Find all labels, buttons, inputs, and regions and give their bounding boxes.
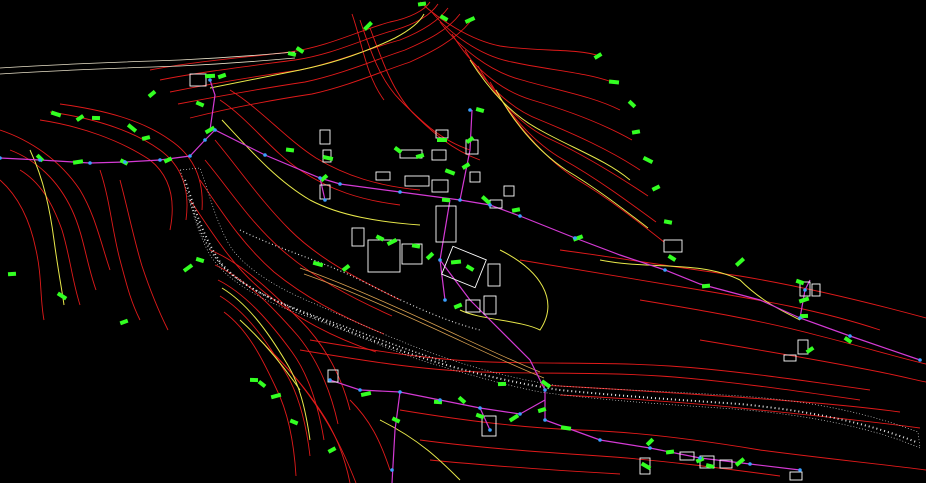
- network-node: [328, 378, 332, 382]
- network-node: [748, 462, 752, 466]
- network-node: [803, 288, 807, 292]
- network-node: [358, 388, 362, 392]
- network-node: [598, 438, 602, 442]
- network-node: [398, 190, 402, 194]
- network-node: [468, 108, 472, 112]
- network-node: [123, 160, 127, 164]
- survey-marker: [7, 271, 17, 277]
- network-node: [458, 198, 462, 202]
- network-node: [398, 390, 402, 394]
- network-node: [338, 182, 342, 186]
- survey-marker: [204, 73, 216, 79]
- network-node: [443, 298, 447, 302]
- network-node: [158, 158, 162, 162]
- network-node: [518, 214, 522, 218]
- network-node: [848, 334, 852, 338]
- network-node: [263, 153, 267, 157]
- network-node: [208, 78, 212, 82]
- network-node: [318, 176, 322, 180]
- network-node: [648, 446, 652, 450]
- survey-marker: [437, 138, 447, 142]
- network-node: [918, 358, 922, 362]
- network-node: [438, 398, 442, 402]
- network-node: [698, 456, 702, 460]
- network-node: [488, 428, 492, 432]
- network-node: [478, 406, 482, 410]
- network-node: [798, 468, 802, 472]
- cad-drawing-viewport[interactable]: [0, 0, 926, 483]
- network-node: [38, 158, 42, 162]
- network-node: [323, 198, 327, 202]
- network-node: [213, 128, 217, 132]
- network-node: [88, 161, 92, 165]
- network-node: [488, 203, 492, 207]
- network-node: [798, 316, 802, 320]
- network-node: [203, 138, 207, 142]
- network-node: [543, 388, 547, 392]
- network-node: [518, 412, 522, 416]
- network-node: [543, 418, 547, 422]
- survey-marker: [441, 197, 451, 203]
- topographic-map[interactable]: [0, 0, 926, 483]
- survey-marker: [249, 377, 259, 383]
- network-node: [573, 236, 577, 240]
- network-node: [438, 258, 442, 262]
- survey-marker: [91, 115, 101, 121]
- network-node: [390, 468, 394, 472]
- network-node: [188, 154, 192, 158]
- survey-marker: [497, 381, 507, 387]
- survey-marker: [701, 283, 711, 289]
- network-node: [663, 268, 667, 272]
